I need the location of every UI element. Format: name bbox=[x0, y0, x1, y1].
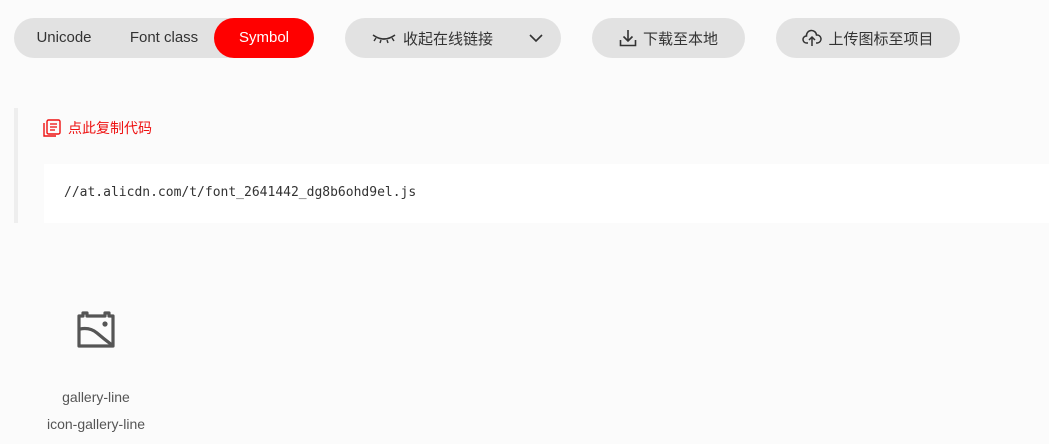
download-icon bbox=[619, 30, 637, 47]
copy-document-icon bbox=[43, 119, 61, 137]
download-local-button[interactable]: 下载至本地 bbox=[592, 18, 745, 58]
font-url-code: //at.alicdn.com/t/font_2641442_dg8b6ohd9… bbox=[64, 185, 417, 200]
tab-unicode[interactable]: Unicode bbox=[14, 18, 114, 58]
eye-closed-icon bbox=[372, 34, 396, 44]
icon-name: gallery-line bbox=[62, 389, 130, 405]
collapse-online-link-label: 收起在线链接 bbox=[403, 30, 494, 48]
toolbar: Unicode Font class Symbol 收起在线链接 下载至本地 上… bbox=[14, 18, 1044, 58]
icon-class-name: icon-gallery-line bbox=[46, 416, 146, 432]
copy-code-link[interactable]: 点此复制代码 bbox=[42, 118, 152, 138]
icon-card[interactable]: gallery-line icon-gallery-line bbox=[36, 300, 156, 432]
upload-to-project-label: 上传图标至项目 bbox=[828, 30, 934, 48]
copy-code-label: 点此复制代码 bbox=[68, 120, 152, 136]
online-link-panel: 点此复制代码 //at.alicdn.com/t/font_2641442_dg… bbox=[14, 108, 1049, 223]
code-type-tabs: Unicode Font class Symbol bbox=[14, 18, 314, 58]
download-local-label: 下载至本地 bbox=[642, 30, 718, 48]
chevron-down-icon bbox=[529, 34, 543, 43]
collapse-online-link-button[interactable]: 收起在线链接 bbox=[345, 18, 561, 58]
cloud-upload-icon bbox=[802, 29, 823, 46]
code-box: //at.alicdn.com/t/font_2641442_dg8b6ohd9… bbox=[44, 164, 1049, 223]
upload-to-project-button[interactable]: 上传图标至项目 bbox=[776, 18, 960, 58]
gallery-line-icon bbox=[77, 311, 115, 348]
tab-symbol[interactable]: Symbol bbox=[214, 18, 314, 58]
tab-font-class[interactable]: Font class bbox=[114, 18, 214, 58]
